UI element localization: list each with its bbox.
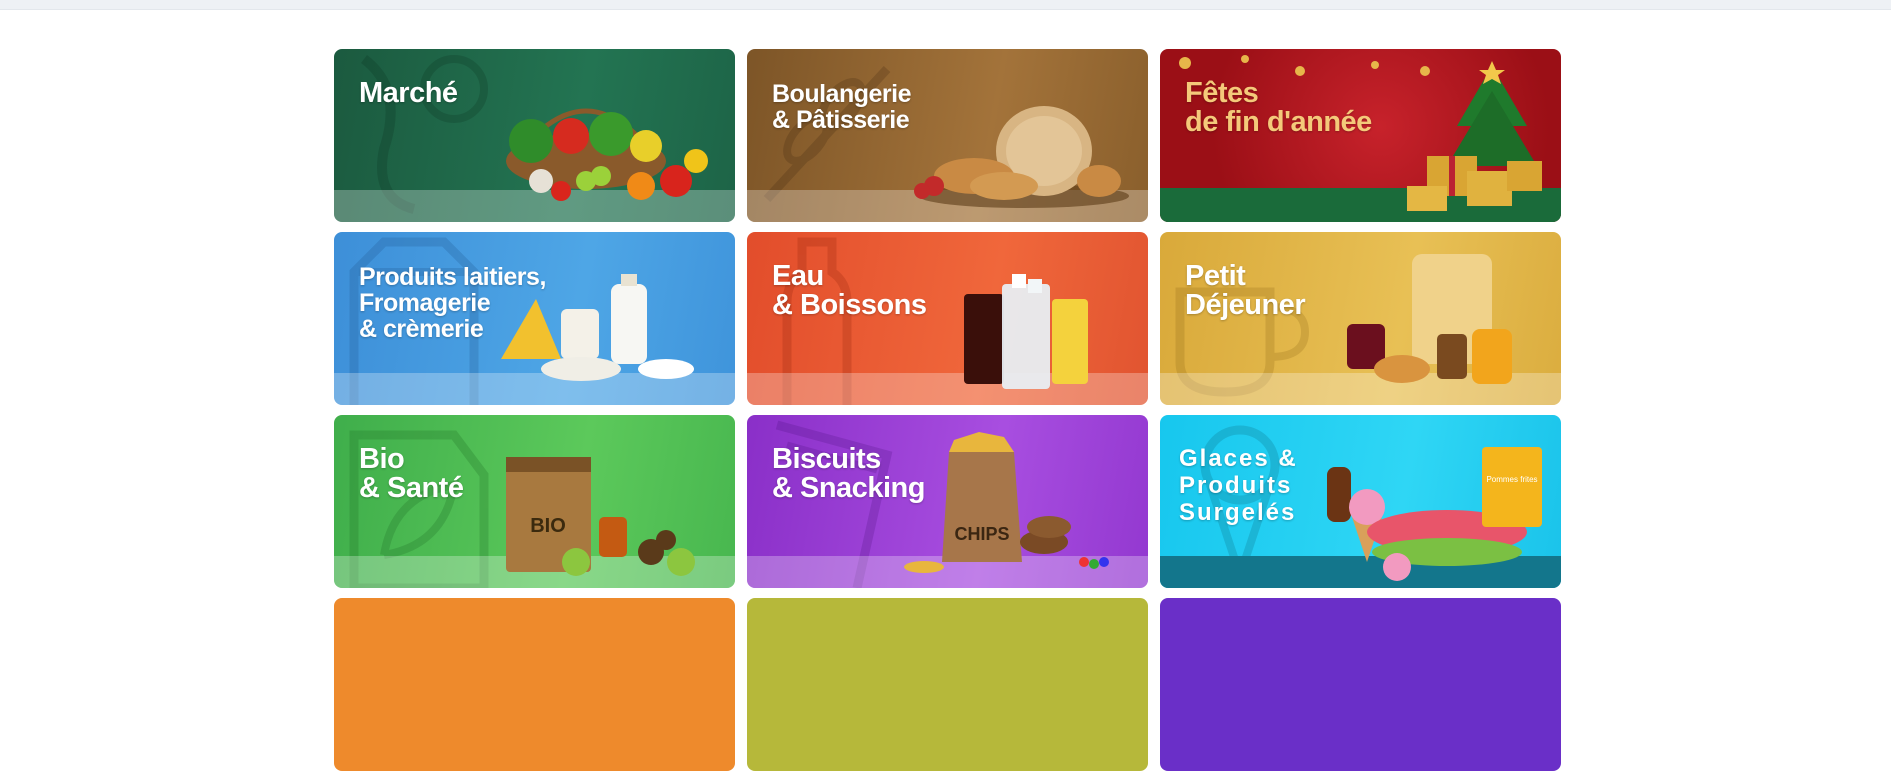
chips-biscuits-image: CHIPS xyxy=(904,432,1109,573)
category-card-boulangerie[interactable]: Boulangerie & Pâtisserie xyxy=(747,49,1148,222)
category-title: Bio & Santé xyxy=(359,443,464,504)
category-card-biscuits-snacking[interactable]: Biscuits & Snacking CHIPS xyxy=(747,415,1148,588)
category-card-produits-laitiers[interactable]: Produits laitiers, Fromagerie & crèmerie xyxy=(334,232,735,405)
breakfast-image xyxy=(1347,254,1512,384)
category-card-fetes[interactable]: Fêtes de fin d'année xyxy=(1160,49,1561,222)
top-nav-bar xyxy=(0,0,1891,10)
category-grid: Marché Boulangerie & Pâtisserie Fêtes de… xyxy=(334,49,1561,771)
organic-products-image: BIO xyxy=(506,457,695,576)
category-card-row4-1[interactable] xyxy=(334,598,735,771)
chips-bag-label: CHIPS xyxy=(954,524,1009,544)
dairy-products-image xyxy=(501,274,694,381)
category-card-petit-dejeuner[interactable]: Petit Déjeuner xyxy=(1160,232,1561,405)
frozen-pack-label: Pommes frites xyxy=(1486,475,1537,484)
bio-bag-label: BIO xyxy=(530,515,566,537)
christmas-tree-image xyxy=(1407,61,1542,211)
fruit-basket-image xyxy=(506,108,708,201)
category-card-eau-boissons[interactable]: Eau & Boissons xyxy=(747,232,1148,405)
category-title: Boulangerie & Pâtisserie xyxy=(772,80,911,134)
category-card-row4-2[interactable] xyxy=(747,598,1148,771)
frozen-products-image: Pommes frites xyxy=(1327,447,1542,581)
drinks-glasses-image xyxy=(964,274,1088,389)
bread-image xyxy=(914,106,1129,208)
category-title: Petit Déjeuner xyxy=(1185,260,1306,321)
category-card-glaces-surgeles[interactable]: Glaces & Produits Surgelés Pommes frites xyxy=(1160,415,1561,588)
category-card-bio-sante[interactable]: Bio & Santé BIO xyxy=(334,415,735,588)
category-title: Marché xyxy=(359,77,458,109)
category-card-marche[interactable]: Marché xyxy=(334,49,735,222)
category-card-row4-3[interactable] xyxy=(1160,598,1561,771)
category-title: Glaces & Produits Surgelés xyxy=(1179,445,1298,526)
